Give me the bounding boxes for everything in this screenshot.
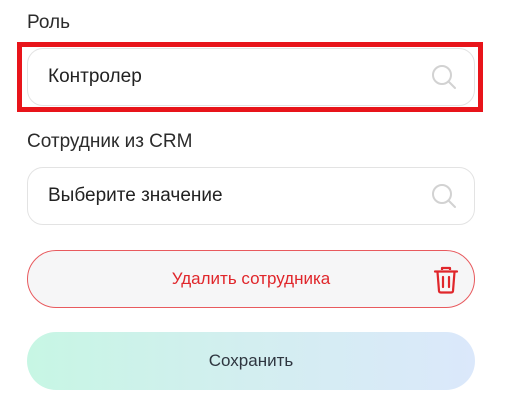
search-icon[interactable] [430, 182, 458, 210]
trash-icon[interactable] [432, 265, 460, 295]
delete-employee-label: Удалить сотрудника [171, 269, 331, 288]
employee-form: Роль Контролер Сотрудник из CRM Выберите… [0, 0, 505, 403]
employee-placeholder: Выберите значение [48, 185, 223, 206]
search-icon[interactable] [430, 63, 458, 91]
save-label: Сохранить [208, 351, 294, 370]
save-button[interactable]: Сохранить [27, 332, 475, 390]
role-value: Контролер [48, 66, 142, 87]
employee-label: Сотрудник из CRM [27, 131, 193, 152]
employee-select[interactable]: Выберите значение [27, 167, 475, 225]
role-label: Роль [27, 12, 70, 33]
role-select[interactable]: Контролер [27, 48, 475, 106]
delete-employee-button[interactable]: Удалить сотрудника [27, 250, 475, 308]
